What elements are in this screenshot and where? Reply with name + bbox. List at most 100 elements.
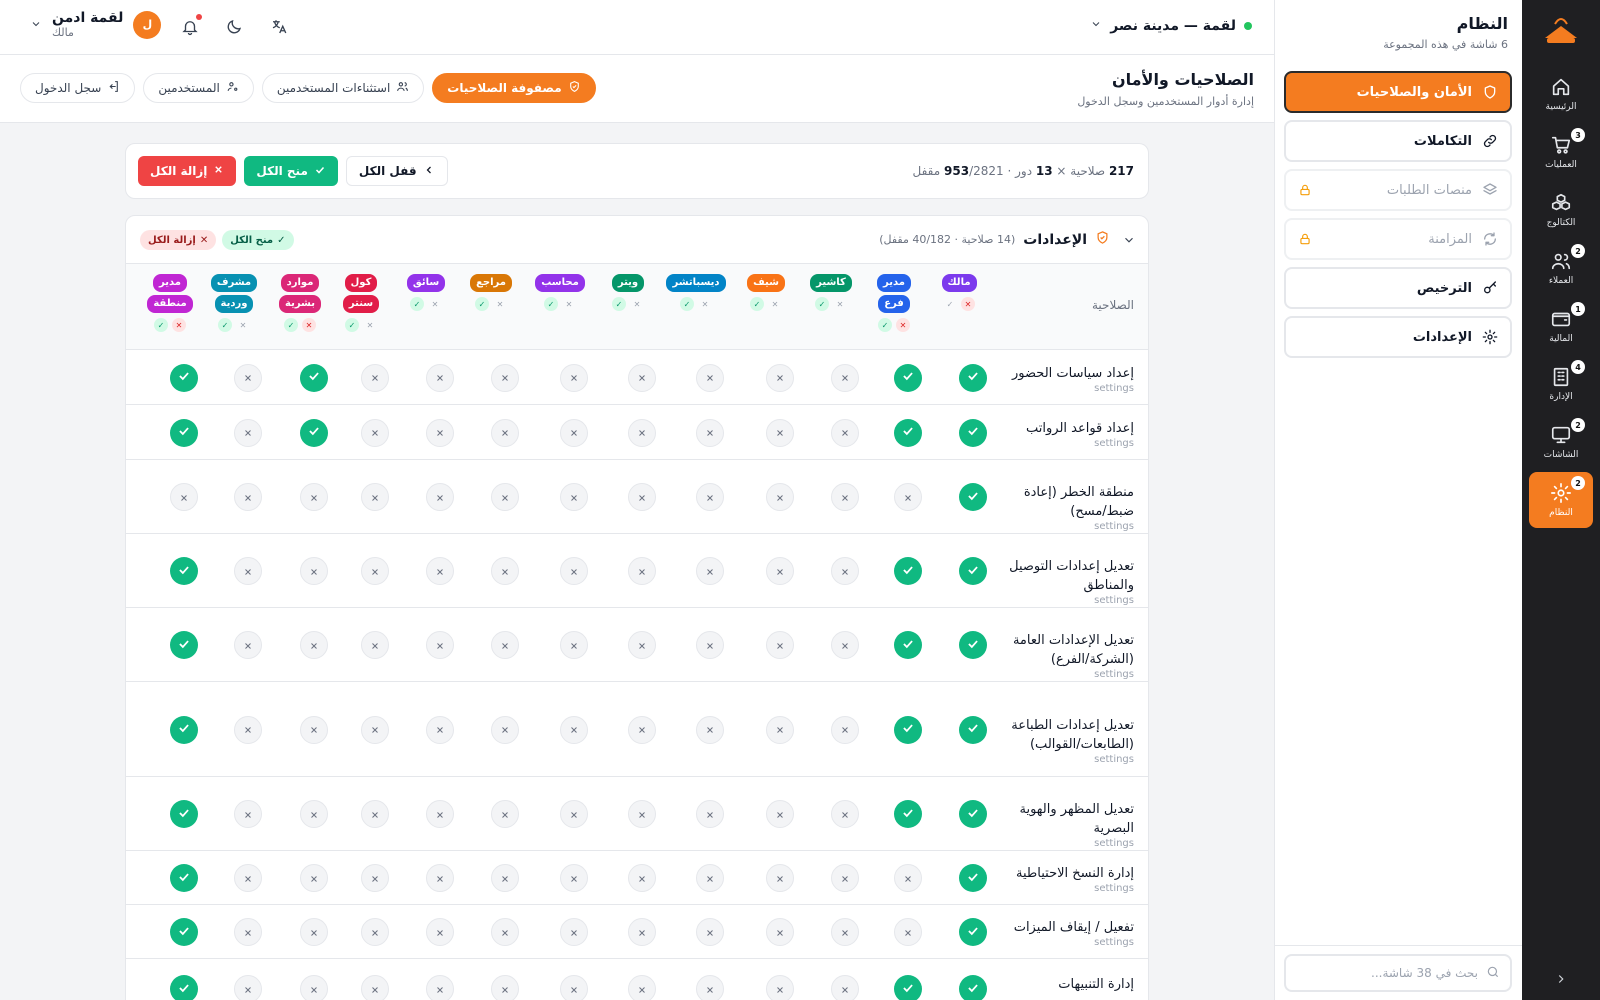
permission-toggle[interactable] <box>170 483 198 511</box>
permission-toggle[interactable] <box>234 864 262 892</box>
permission-toggle[interactable] <box>766 864 794 892</box>
translate-icon[interactable] <box>268 18 288 38</box>
permission-toggle[interactable] <box>491 918 519 946</box>
check-icon[interactable]: ✓ <box>475 297 489 311</box>
close-icon[interactable]: ✕ <box>768 297 782 311</box>
permission-toggle[interactable] <box>766 918 794 946</box>
tab-user-exceptions[interactable]: استثناءات المستخدمين <box>261 73 425 103</box>
permission-toggle[interactable] <box>628 715 656 744</box>
permission-toggle[interactable] <box>959 557 987 585</box>
permission-toggle[interactable] <box>491 418 519 447</box>
permission-toggle[interactable] <box>560 918 588 946</box>
permission-toggle[interactable] <box>696 631 724 659</box>
permission-toggle[interactable] <box>959 864 987 892</box>
permission-toggle[interactable] <box>426 864 454 892</box>
permission-toggle[interactable] <box>170 864 198 892</box>
rail-item[interactable]: العمليات 3 <box>1529 124 1593 180</box>
rail-item[interactable]: الكتالوج <box>1529 182 1593 238</box>
permission-toggle[interactable] <box>300 631 328 659</box>
permission-toggle[interactable] <box>696 363 724 392</box>
permission-toggle[interactable] <box>560 483 588 511</box>
permission-toggle[interactable] <box>766 975 794 1000</box>
remove-all-button[interactable]: إزالة الكل <box>138 156 237 186</box>
permission-toggle[interactable] <box>831 631 859 659</box>
permission-toggle[interactable] <box>959 715 987 744</box>
permission-toggle[interactable] <box>234 418 262 447</box>
permission-toggle[interactable] <box>628 631 656 659</box>
rail-item[interactable]: الإدارة 4 <box>1529 356 1593 412</box>
permission-toggle[interactable] <box>894 715 922 744</box>
permission-toggle[interactable] <box>300 918 328 946</box>
permission-toggle[interactable] <box>170 363 198 392</box>
permission-toggle[interactable] <box>560 557 588 585</box>
close-icon[interactable]: ✕ <box>698 297 712 311</box>
rail-item[interactable]: الرئيسية <box>1529 66 1593 122</box>
permission-toggle[interactable] <box>361 975 389 1000</box>
permission-toggle[interactable] <box>894 418 922 447</box>
permission-toggle[interactable] <box>831 975 859 1000</box>
system-nav-item[interactable]: المزامنة <box>1284 218 1512 260</box>
permission-toggle[interactable] <box>959 483 987 511</box>
permission-toggle[interactable] <box>234 363 262 392</box>
check-icon[interactable]: ✓ <box>943 297 957 311</box>
permission-toggle[interactable] <box>894 800 922 828</box>
close-icon[interactable]: ✕ <box>172 318 186 332</box>
permission-toggle[interactable] <box>300 418 328 447</box>
permission-toggle[interactable] <box>560 631 588 659</box>
permission-toggle[interactable] <box>894 631 922 659</box>
close-icon[interactable]: ✕ <box>493 297 507 311</box>
permission-toggle[interactable] <box>234 557 262 585</box>
permission-toggle[interactable] <box>560 418 588 447</box>
permission-toggle[interactable] <box>426 918 454 946</box>
permission-toggle[interactable] <box>300 975 328 1000</box>
permission-toggle[interactable] <box>766 418 794 447</box>
permission-toggle[interactable] <box>560 800 588 828</box>
system-nav-item[interactable]: منصات الطلبات <box>1284 169 1512 211</box>
rail-item[interactable]: العملاء 2 <box>1529 240 1593 296</box>
chevron-down-icon[interactable] <box>1122 232 1136 251</box>
permission-toggle[interactable] <box>831 363 859 392</box>
permission-toggle[interactable] <box>426 975 454 1000</box>
permission-toggle[interactable] <box>959 363 987 392</box>
permission-toggle[interactable] <box>300 363 328 392</box>
check-icon[interactable]: ✓ <box>750 297 764 311</box>
permission-toggle[interactable] <box>426 418 454 447</box>
close-icon[interactable]: ✕ <box>833 297 847 311</box>
permission-toggle[interactable] <box>894 918 922 946</box>
permission-toggle[interactable] <box>426 631 454 659</box>
close-icon[interactable]: ✕ <box>428 297 442 311</box>
permission-toggle[interactable] <box>766 715 794 744</box>
close-icon[interactable]: ✕ <box>363 318 377 332</box>
permission-toggle[interactable] <box>696 715 724 744</box>
permission-toggle[interactable] <box>491 975 519 1000</box>
permission-toggle[interactable] <box>491 800 519 828</box>
permission-toggle[interactable] <box>491 631 519 659</box>
permission-toggle[interactable] <box>300 557 328 585</box>
permission-toggle[interactable] <box>696 975 724 1000</box>
check-icon[interactable]: ✓ <box>544 297 558 311</box>
permission-toggle[interactable] <box>234 975 262 1000</box>
permission-toggle[interactable] <box>491 864 519 892</box>
branch-selector[interactable]: لقمة — مدينة نصر <box>1090 18 1252 34</box>
permission-toggle[interactable] <box>894 363 922 392</box>
permission-toggle[interactable] <box>831 918 859 946</box>
permission-toggle[interactable] <box>894 864 922 892</box>
permission-toggle[interactable] <box>894 557 922 585</box>
close-icon[interactable]: ✕ <box>236 318 250 332</box>
permission-toggle[interactable] <box>628 418 656 447</box>
moon-icon[interactable] <box>223 18 243 38</box>
permission-toggle[interactable] <box>560 715 588 744</box>
permission-toggle[interactable] <box>361 483 389 511</box>
permission-toggle[interactable] <box>831 800 859 828</box>
permission-toggle[interactable] <box>170 557 198 585</box>
tab-login-log[interactable]: سجل الدخول <box>20 73 136 103</box>
permission-toggle[interactable] <box>560 864 588 892</box>
permission-toggle[interactable] <box>831 418 859 447</box>
permission-toggle[interactable] <box>894 483 922 511</box>
check-icon[interactable]: ✓ <box>612 297 626 311</box>
permission-toggle[interactable] <box>361 918 389 946</box>
permission-toggle[interactable] <box>959 800 987 828</box>
chevron-right-icon[interactable] <box>1554 971 1568 990</box>
permission-toggle[interactable] <box>766 800 794 828</box>
permission-toggle[interactable] <box>491 715 519 744</box>
